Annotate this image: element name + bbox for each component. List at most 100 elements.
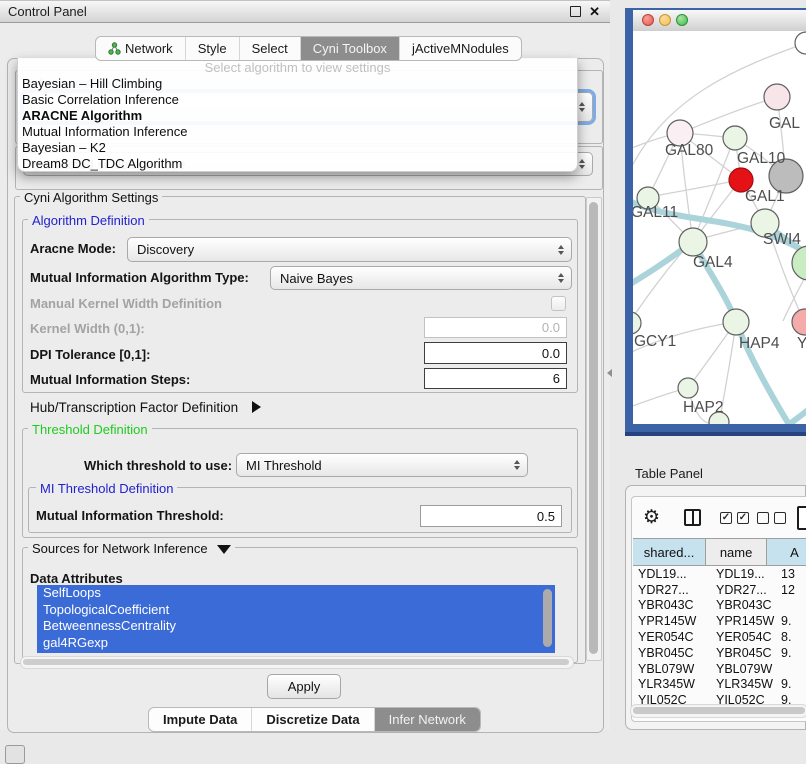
aracne-mode-value: Discovery [137,242,194,257]
table-panel-title: Table Panel [635,466,703,481]
tab-network[interactable]: Network [96,37,186,60]
attributes-scrollbar-thumb[interactable] [543,589,552,647]
table-row[interactable]: YBL079WYBL079W [633,661,806,677]
algorithm-option[interactable]: Bayesian – K2 [18,140,577,156]
network-node-gal10[interactable] [723,126,747,150]
column-header-name[interactable]: name [706,539,767,565]
tab-impute-data[interactable]: Impute Data [149,708,252,731]
attribute-item[interactable]: gal4RGexp [37,635,555,652]
network-graph[interactable]: GALGAL80GAL10GAL1GAL11SWI4GAL4GCY1HAP4YH… [633,31,806,424]
table-row[interactable]: YDR27...YDR27...12 [633,582,806,598]
attribute-item[interactable]: TopologicalCoefficient [37,602,555,619]
attributes-hscrollbar[interactable] [20,656,574,669]
algorithm-option[interactable]: Dream8 DC_TDC Algorithm [18,156,577,172]
tab-select[interactable]: Select [240,37,301,60]
table-row[interactable]: YBR045CYBR045C9. [633,645,806,661]
aracne-mode-combo[interactable]: Discovery [127,237,572,262]
unchecked-checkbox-icon[interactable] [774,512,786,524]
network-node-hap4[interactable] [723,309,749,335]
sources-toggle[interactable]: Sources for Network Inference [28,541,235,556]
network-node-label: GAL80 [665,142,714,159]
network-node-label: Y [797,335,806,352]
stepper-icon [579,159,585,169]
threshold-definition-title: Threshold Definition [28,422,152,437]
table-hscrollbar[interactable] [630,704,806,718]
algorithm-definition-title: Algorithm Definition [28,213,149,228]
control-panel-tabs: Network Style Select Cyni Toolbox jActiv… [95,36,522,61]
network-node[interactable] [795,32,806,54]
data-attributes-label: Data Attributes [30,571,123,586]
algorithm-option[interactable]: Mutual Information Inference [18,124,577,140]
dpi-tolerance-field[interactable]: 0.0 [424,342,567,364]
table-row[interactable]: YER054CYER054C8. [633,629,806,645]
gear-icon[interactable]: ⚙ [643,508,660,527]
network-node-label: GAL10 [737,150,786,167]
table-cell: YBL079W [711,662,776,676]
algorithm-option[interactable]: ARACNE Algorithm [18,108,577,124]
close-icon[interactable]: ✕ [589,5,600,18]
network-node-gcy1[interactable] [633,312,641,334]
mi-type-combo[interactable]: Naive Bayes [270,266,572,290]
minimize-traffic-light[interactable] [659,14,671,26]
data-attributes-list[interactable]: SelfLoopsTopologicalCoefficientBetweenne… [37,585,555,653]
network-canvas[interactable]: GALGAL80GAL10GAL1GAL11SWI4GAL4GCY1HAP4YH… [633,31,806,424]
checked-checkbox-icon[interactable]: ✓ [720,512,732,524]
kernel-width-field[interactable]: 0.0 [424,317,567,338]
corner-widget-icon[interactable] [5,745,25,764]
bottom-tabs: Impute Data Discretize Data Infer Networ… [148,707,481,732]
table-row[interactable]: YDL19...YDL19...13 [633,566,806,582]
network-icon [108,42,121,55]
settings-scrollbar-thumb[interactable] [589,202,598,654]
which-threshold-combo[interactable]: MI Threshold [236,453,528,477]
network-window-titlebar [633,10,806,32]
unchecked-checkbox-icon[interactable] [757,512,769,524]
attribute-item[interactable]: BetweennessCentrality [37,618,555,635]
network-node-gal[interactable] [764,84,790,110]
column-header-shared-name[interactable]: shared... [633,539,706,565]
table-row[interactable]: YIL052CYIL052C9. [633,692,806,704]
network-node[interactable] [792,246,806,280]
tab-impute-data-label: Impute Data [163,712,237,727]
mi-threshold-field[interactable]: 0.5 [420,505,562,527]
table-row[interactable]: YLR345WYLR345W9. [633,677,806,693]
tab-style[interactable]: Style [186,37,240,60]
tab-jactivemnodules-label: jActiveMNodules [412,41,509,56]
column-header-partial[interactable]: A [767,539,806,565]
table-cell: 13 [776,567,806,581]
table-hscrollbar-thumb[interactable] [633,707,805,714]
hub-definition-toggle[interactable]: Hub/Transcription Factor Definition [30,400,261,415]
attributes-hscrollbar-thumb[interactable] [23,659,569,665]
table-cell: 9. [776,646,806,660]
table-cell: YBR045C [711,646,776,660]
network-node-gal4[interactable] [679,228,707,256]
table-row[interactable]: YPR145WYPR145W9. [633,613,806,629]
network-node-y[interactable] [792,309,806,335]
which-threshold-value: MI Threshold [246,458,322,473]
panel-splitter-handle[interactable] [607,369,612,377]
checked-checkbox-icon[interactable]: ✓ [737,512,749,524]
settings-scrollbar[interactable] [586,197,602,661]
table-cell: 9. [776,677,806,691]
mi-threshold-label: Mutual Information Threshold: [36,508,224,523]
attribute-item[interactable]: SelfLoops [37,585,555,602]
tab-infer-network[interactable]: Infer Network [375,708,480,731]
close-traffic-light[interactable] [642,14,654,26]
tab-cyni-toolbox[interactable]: Cyni Toolbox [301,37,400,60]
network-node-hap2[interactable] [678,378,698,398]
float-icon[interactable] [570,6,581,17]
control-panel-title: Control Panel [8,4,87,19]
tab-discretize-data[interactable]: Discretize Data [252,708,374,731]
table-cell: YLR345W [711,677,776,691]
tab-style-label: Style [198,41,227,56]
algorithm-option[interactable]: Basic Correlation Inference [18,92,577,108]
manual-kernel-checkbox[interactable] [551,296,566,311]
zoom-traffic-light[interactable] [676,14,688,26]
table-row[interactable]: YBR043CYBR043C [633,598,806,614]
tab-jactivemnodules[interactable]: jActiveMNodules [400,37,521,60]
dpi-tolerance-label: DPI Tolerance [0,1]: [30,347,150,362]
apply-button[interactable]: Apply [267,674,341,699]
mi-steps-field[interactable]: 6 [424,368,567,389]
split-columns-icon[interactable] [684,509,701,526]
algorithm-option[interactable]: Bayesian – Hill Climbing [18,76,577,92]
document-icon[interactable] [797,506,806,530]
